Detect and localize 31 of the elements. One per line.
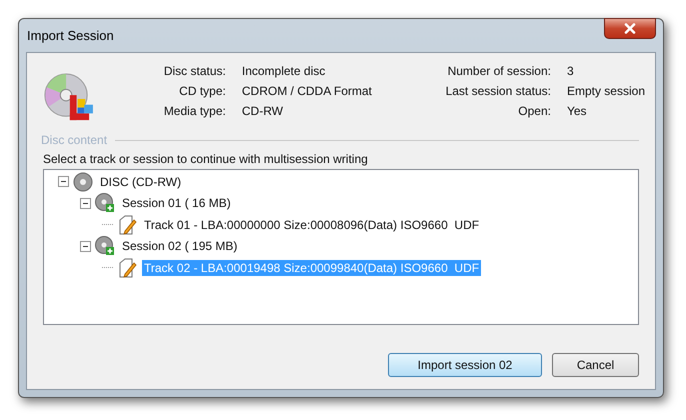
field-value: CDROM / CDDA Format <box>242 83 373 100</box>
field-label: Number of session: <box>446 63 551 80</box>
window-title: Import Session <box>26 27 114 43</box>
field-label: Media type: <box>162 103 226 120</box>
field-label: Last session status: <box>444 83 551 100</box>
close-button[interactable] <box>604 18 656 39</box>
collapse-icon[interactable] <box>80 198 91 209</box>
collapse-icon[interactable] <box>80 240 91 252</box>
document-pencil-icon <box>117 258 137 278</box>
tree-item[interactable]: Session 02 ( 195 MB) <box>120 238 240 254</box>
tree-item[interactable]: Session 01 ( 16 MB) <box>120 195 233 212</box>
field-value: Incomplete disc <box>242 63 326 80</box>
close-icon <box>624 23 636 34</box>
tree-item[interactable]: Track 01 - LBA:00000000 Size:00008096(Data) ISO9660 UDF <box>142 216 482 233</box>
field-label: Open: <box>517 103 551 120</box>
cancel-button[interactable]: Cancel <box>552 353 639 377</box>
disc-icon <box>73 172 93 192</box>
field-value: Yes <box>566 103 588 120</box>
import-button[interactable]: Import session 02 <box>388 353 542 377</box>
field-value: Empty session <box>566 83 645 100</box>
field-label: CD type: <box>178 83 226 100</box>
tree-item[interactable]: DISC (CD-RW) <box>98 174 184 190</box>
group-title: Disc content <box>41 133 108 147</box>
disc-plus-icon <box>95 236 115 256</box>
field-value: CD-RW <box>242 103 284 120</box>
document-pencil-icon <box>117 214 137 235</box>
field-label: Disc status: <box>162 63 226 80</box>
field-value: 3 <box>566 63 575 80</box>
collapse-icon[interactable] <box>58 176 69 188</box>
disc-plus-icon <box>95 193 115 214</box>
instruction-text: Select a track or session to continue with multisession writing <box>43 152 369 166</box>
